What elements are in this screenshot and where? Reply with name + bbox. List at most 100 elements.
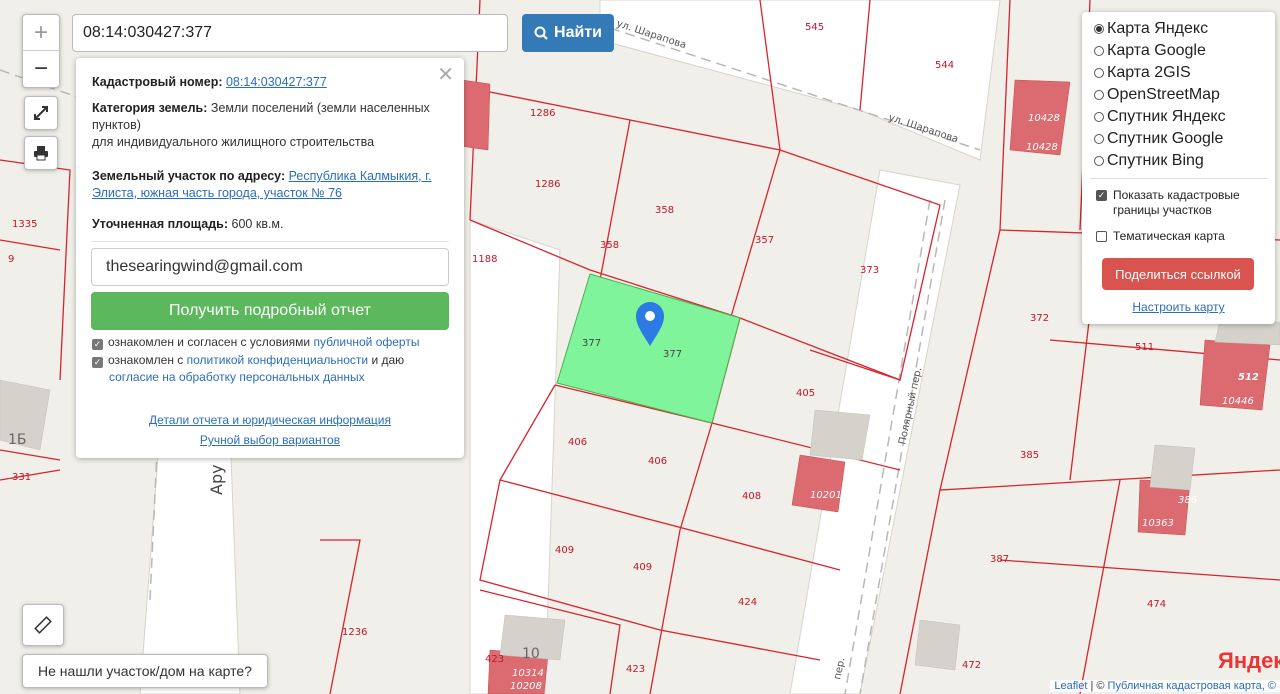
consent-privacy: ✓ ознакомлен с политикой конфиденциальнос… <box>92 352 448 386</box>
thematic-option[interactable]: Тематическая карта <box>1096 229 1225 243</box>
layer-label: Спутник Яндекс <box>1107 108 1226 125</box>
show-borders-label: Показать кадастровые границы участков <box>1113 188 1240 217</box>
building-10208: 10208 <box>510 681 542 692</box>
yandex-logo: Яндекс <box>1218 648 1280 673</box>
map-label-387: 387 <box>990 554 1009 565</box>
radio-icon <box>1094 112 1104 122</box>
building-10201: 10201 <box>810 490 842 501</box>
building-10314: 10314 <box>512 668 544 679</box>
map-label-406a: 406 <box>568 437 587 448</box>
map-label-9: 9 <box>8 254 14 265</box>
thematic-label: Тематическая карта <box>1113 229 1225 243</box>
land-category-row: Категория земель: Земли поселений (земли… <box>92 100 448 151</box>
consent-offer-checkbox[interactable]: ✓ <box>92 339 103 350</box>
cad-number-row: Кадастровый номер: 08:14:030427:377 <box>92 74 448 91</box>
map-label-1286b: 1286 <box>535 179 560 190</box>
address-label: Земельный участок по адресу: <box>92 169 286 183</box>
layer-google-map[interactable]: Карта Google <box>1094 42 1206 60</box>
public-offer-link[interactable]: публичной оферты <box>313 335 419 349</box>
search-button-label: Найти <box>554 24 602 41</box>
parcel-info-popup: ✕ Кадастровый номер: 08:14:030427:377 Ка… <box>76 58 464 458</box>
cad-number-link[interactable]: 08:14:030427:377 <box>226 75 327 89</box>
land-use-value: для индивидуального жилищного строительс… <box>92 135 375 149</box>
map-label-406b: 406 <box>648 456 667 467</box>
measure-button[interactable] <box>22 604 64 646</box>
map-label-544: 544 <box>935 60 954 71</box>
not-found-button[interactable]: Не нашли участок/дом на карте? <box>22 654 268 688</box>
layer-osm[interactable]: OpenStreetMap <box>1094 86 1220 104</box>
layer-label: Карта Google <box>1107 42 1206 59</box>
map-label-1236: 1236 <box>342 627 367 638</box>
building-10428a: 10428 <box>1028 113 1060 124</box>
building-10446: 10446 <box>1222 396 1254 407</box>
layer-label: OpenStreetMap <box>1107 86 1220 103</box>
layers-panel: Карта Яндекс Карта Google Карта 2GIS Ope… <box>1082 12 1275 324</box>
map-label-423b: 423 <box>626 664 645 675</box>
layer-bing-sat[interactable]: Спутник Bing <box>1094 152 1204 170</box>
fullscreen-button[interactable] <box>24 96 58 130</box>
layer-yandex-map[interactable]: Карта Яндекс <box>1094 20 1208 38</box>
share-link-button[interactable]: Поделиться ссылкой <box>1102 258 1254 290</box>
divider <box>91 241 449 242</box>
building-10363: 10363 <box>1142 518 1174 529</box>
area-label: Уточненная площадь: <box>92 217 229 231</box>
map-attribution: Leaflet | © Публичная кадастровая карта,… <box>1050 680 1280 692</box>
email-field[interactable] <box>91 248 449 286</box>
show-borders-option[interactable]: ✓ Показать кадастровые границы участков <box>1096 188 1266 218</box>
map-label-423a: 423 <box>485 654 504 665</box>
layer-yandex-sat[interactable]: Спутник Яндекс <box>1094 108 1226 126</box>
zoom-in-button[interactable]: + <box>23 15 59 50</box>
map-label-424: 424 <box>738 597 757 608</box>
map-label-10: 10 <box>522 646 540 662</box>
layer-label: Карта 2GIS <box>1107 64 1191 81</box>
map-label-357: 357 <box>755 235 774 246</box>
land-category-label: Категория земель: <box>92 101 208 115</box>
layer-label: Спутник Bing <box>1107 152 1204 169</box>
expand-icon <box>34 106 48 120</box>
printer-icon <box>34 146 48 161</box>
map-label-472: 472 <box>962 660 981 671</box>
radio-icon <box>1094 134 1104 144</box>
consent-offer-text: ознакомлен и согласен с условиями <box>108 335 311 349</box>
map-label-408: 408 <box>742 491 761 502</box>
map-label-1188: 1188 <box>472 254 497 265</box>
consent-privacy-text: ознакомлен с <box>108 353 184 367</box>
search-button[interactable]: Найти <box>522 14 614 52</box>
get-report-button[interactable]: Получить подробный отчет <box>91 292 449 330</box>
personal-data-link[interactable]: согласие на обработку персональных данны… <box>109 370 365 384</box>
search-icon <box>534 26 548 40</box>
cad-number-label: Кадастровый номер: <box>92 75 223 89</box>
map-label-377b: 377 <box>663 349 682 360</box>
map-label-545: 545 <box>805 22 824 33</box>
consent-privacy-checkbox[interactable]: ✓ <box>92 357 103 368</box>
radio-icon <box>1094 68 1104 78</box>
details-row: Детали отчета и юридическая информация <box>92 412 448 429</box>
map-label-409b: 409 <box>633 562 652 573</box>
layer-2gis-map[interactable]: Карта 2GIS <box>1094 64 1191 82</box>
configure-map-link[interactable]: Настроить карту <box>1132 300 1224 314</box>
radio-icon <box>1094 156 1104 166</box>
search-input[interactable] <box>72 14 508 52</box>
leaflet-link[interactable]: Leaflet <box>1054 680 1087 692</box>
privacy-policy-link[interactable]: политикой конфиденциальности <box>187 353 368 367</box>
attribution-separator: | © <box>1087 680 1108 692</box>
radio-icon <box>1094 90 1104 100</box>
map-label-474: 474 <box>1147 599 1166 610</box>
map-label-377a: 377 <box>582 338 601 349</box>
configure-row: Настроить карту <box>1082 300 1275 314</box>
print-button[interactable] <box>24 136 58 170</box>
layer-google-sat[interactable]: Спутник Google <box>1094 130 1223 148</box>
cadastral-source-link[interactable]: Публичная кадастровая карта, © <box>1108 680 1276 692</box>
layer-label: Спутник Google <box>1107 130 1224 147</box>
map-label-372: 372 <box>1030 313 1049 324</box>
street-aru: Ару <box>207 464 226 495</box>
map-label-331: 331 <box>12 472 31 483</box>
map-label-1b: 1Б <box>8 432 27 448</box>
area-row: Уточненная площадь: 600 кв.м. <box>92 216 448 233</box>
map-label-511: 511 <box>1135 342 1154 353</box>
building-512: 512 <box>1238 372 1259 383</box>
manual-select-link[interactable]: Ручной выбор вариантов <box>200 433 340 447</box>
radio-icon <box>1094 46 1104 56</box>
details-link[interactable]: Детали отчета и юридическая информация <box>149 413 391 427</box>
zoom-out-button[interactable]: − <box>23 50 59 86</box>
